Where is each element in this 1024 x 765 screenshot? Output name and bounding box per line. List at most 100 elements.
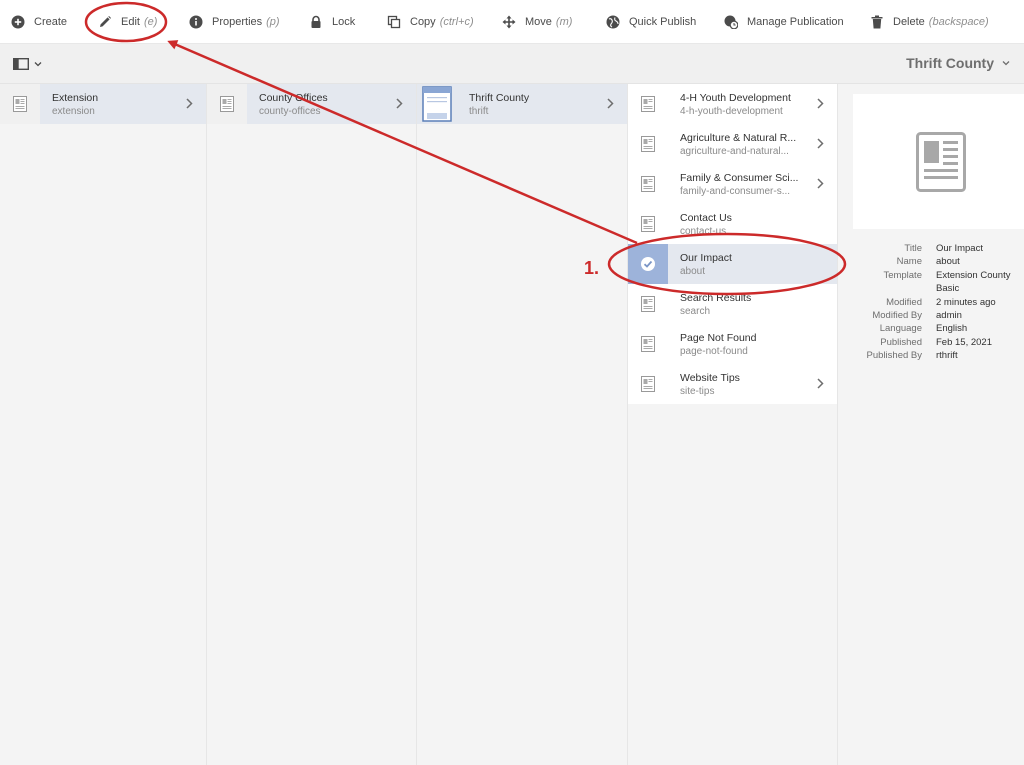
item-name: page-not-found [680, 346, 748, 357]
meta-label: Title [904, 243, 922, 254]
create-button[interactable]: Create [11, 0, 67, 44]
meta-row: Language English [838, 322, 1016, 335]
list-item[interactable]: Contact Us contact-us [628, 204, 837, 244]
preview-thumbnail [853, 94, 1024, 229]
page-icon [641, 296, 655, 312]
page-thumbnail [628, 84, 668, 124]
page-icon [641, 96, 655, 112]
item-title: Contact Us [680, 212, 732, 224]
chevron-right-icon [607, 98, 614, 109]
meta-label: Language [879, 323, 922, 335]
item-text: Website Tips site-tips [680, 372, 740, 398]
lock-button[interactable]: Lock [309, 0, 355, 44]
copy-button[interactable]: Copy (ctrl+c) [387, 0, 474, 44]
context-title: Thrift County [906, 55, 994, 71]
chevron-right-icon [186, 98, 193, 109]
chevron-right-icon [817, 178, 824, 189]
list-item[interactable]: Thrift County thrift [417, 84, 627, 124]
check-circle-icon [641, 257, 655, 271]
item-text: Extension extension [52, 92, 98, 118]
move-shortcut: (m) [555, 15, 573, 28]
page-thumbnail [628, 124, 668, 164]
list-item[interactable]: Agriculture & Natural R... agriculture-an… [628, 124, 837, 164]
item-title: Page Not Found [680, 332, 757, 344]
item-text: Agriculture & Natural R... agriculture-an… [680, 132, 796, 158]
delete-button[interactable]: Delete (backspace) [870, 0, 989, 44]
info-icon [189, 15, 203, 28]
meta-value: Feb 15, 2021 [936, 336, 992, 348]
meta-value: admin [936, 310, 962, 322]
action-toolbar: Create Edit (e) Properties (p) Lock Copy… [0, 0, 1024, 44]
meta-value: 2 minutes ago [936, 296, 996, 308]
meta-row: Title Our Impact [838, 242, 1016, 255]
globe-icon [606, 15, 620, 28]
page-thumbnail [628, 364, 668, 404]
delete-label: Delete [893, 15, 925, 28]
preview-panel: Title Our Impact Name about Template Extens… [838, 84, 1024, 765]
chevron-right-icon [396, 98, 403, 109]
meta-value: about [936, 256, 960, 268]
list-item[interactable]: Family & Consumer Sci... family-and-consu… [628, 164, 837, 204]
item-title: Website Tips [680, 372, 740, 384]
page-icon [641, 216, 655, 232]
item-text: County Offices county-offices [259, 92, 328, 118]
item-title: Thrift County [469, 92, 530, 104]
list-item[interactable]: 4-H Youth Development 4-h-youth-developme… [628, 84, 837, 124]
document-icon [422, 86, 452, 122]
chevron-right-icon [817, 98, 824, 109]
item-text: Thrift County thrift [469, 92, 529, 118]
manage-publication-button[interactable]: Manage Publication [724, 0, 844, 44]
page-thumbnail [207, 84, 247, 124]
page-icon [641, 176, 655, 192]
item-title: Our Impact [680, 252, 732, 264]
meta-label: Published [880, 336, 922, 348]
page-icon [641, 376, 655, 392]
properties-button[interactable]: Properties (p) [189, 0, 280, 44]
quick-publish-button[interactable]: Quick Publish [606, 0, 696, 44]
rail-toggle-button[interactable] [13, 58, 42, 70]
item-title: Extension [52, 92, 99, 104]
item-text: Contact Us contact-us [680, 212, 732, 238]
copy-shortcut: (ctrl+c) [439, 15, 474, 28]
step-number-label: 1. [584, 258, 600, 278]
item-name: thrift [469, 106, 489, 117]
page-layout-icon [915, 131, 966, 192]
pencil-icon [100, 15, 111, 27]
content-header: Thrift County [0, 44, 1024, 84]
meta-value: rthrift [936, 350, 958, 362]
column-4: 4-H Youth Development 4-h-youth-developme… [628, 84, 838, 765]
item-title: Family & Consumer Sci... [680, 172, 799, 184]
list-item[interactable]: Page Not Found page-not-found [628, 324, 837, 364]
page-thumbnail [0, 84, 40, 124]
column-1: Extension extension [0, 84, 207, 765]
list-item[interactable]: Search Results search [628, 284, 837, 324]
selection-checkbox[interactable] [628, 244, 668, 284]
page-icon [641, 136, 655, 152]
move-arrows-icon [502, 15, 516, 28]
meta-value: Our Impact [936, 243, 983, 254]
item-title: Search Results [680, 292, 752, 304]
item-name: search [680, 306, 711, 317]
context-title-dropdown[interactable]: Thrift County [906, 55, 1010, 71]
list-item[interactable]: County Offices county-offices [207, 84, 416, 124]
list-item[interactable]: Website Tips site-tips [628, 364, 837, 404]
item-title: County Offices [259, 92, 328, 104]
list-item[interactable]: Extension extension [0, 84, 206, 124]
item-name: contact-us [680, 226, 727, 237]
item-text: 4-H Youth Development 4-h-youth-developme… [680, 92, 791, 118]
meta-label: Template [883, 269, 922, 281]
edit-button[interactable]: Edit (e) [98, 0, 157, 44]
page-icon [220, 96, 234, 112]
item-text: Family & Consumer Sci... family-and-consu… [680, 172, 798, 198]
move-button[interactable]: Move (m) [502, 0, 572, 44]
item-text: Our Impact about [680, 252, 732, 278]
list-item-selected[interactable]: Our Impact about [628, 244, 837, 284]
column-3: Thrift County thrift [417, 84, 628, 765]
item-text: Page Not Found page-not-found [680, 332, 756, 358]
page-icon [641, 336, 655, 352]
trash-icon [871, 15, 883, 28]
meta-row: Template Extension County Basic [838, 269, 1016, 296]
move-label: Move [525, 15, 552, 28]
item-text: Search Results search [680, 292, 751, 318]
page-thumbnail [628, 164, 668, 204]
